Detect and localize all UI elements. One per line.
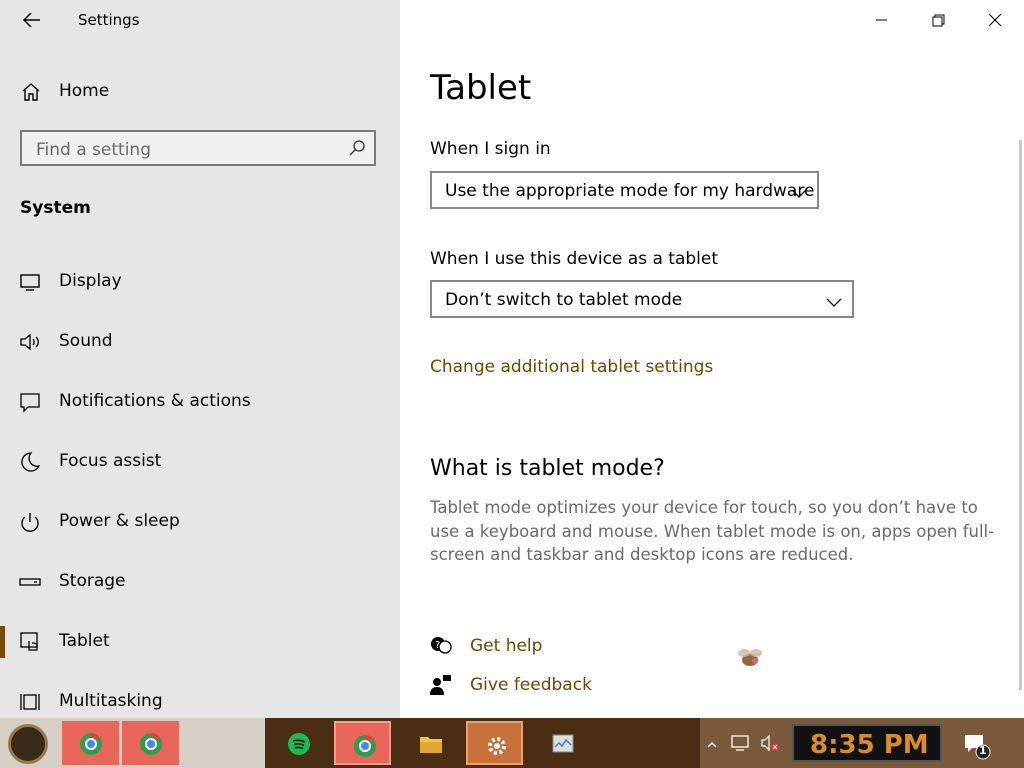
svg-text:?: ? <box>435 640 440 651</box>
sidebar: Settings Home Find a setting System Disp… <box>0 0 400 718</box>
speaker-icon <box>19 331 41 353</box>
tablet-icon <box>19 631 41 653</box>
start-button[interactable] <box>8 724 48 764</box>
file-explorer-icon <box>419 732 443 756</box>
sidebar-item-label: Notifications & actions <box>59 391 251 411</box>
chevron-down-icon <box>791 184 807 198</box>
search-input[interactable]: Find a setting <box>20 130 376 166</box>
page-title: Tablet <box>430 68 532 108</box>
sidebar-item-focus-assist[interactable]: Focus assist <box>0 438 400 486</box>
close-button[interactable] <box>967 0 1024 40</box>
chevron-down-icon <box>826 293 842 307</box>
taskbar-app-chrome-3[interactable] <box>334 721 391 765</box>
give-feedback-link[interactable]: Give feedback <box>430 672 730 702</box>
multitasking-icon <box>19 691 41 713</box>
search-icon[interactable] <box>348 139 366 157</box>
taskbar-app-chrome-2[interactable] <box>122 721 179 765</box>
sign-in-dropdown[interactable]: Use the appropriate mode for my hardware <box>430 171 819 209</box>
close-icon <box>988 13 1002 27</box>
cursor-bee-icon <box>734 644 766 674</box>
clock-time: 8:35 PM <box>810 730 929 760</box>
sidebar-item-label: Power & sleep <box>59 511 180 531</box>
taskbar-clock[interactable]: 8:35 PM <box>792 724 942 762</box>
sidebar-item-label: Display <box>59 271 122 291</box>
action-center-icon <box>965 735 991 760</box>
dropdown-value: Use the appropriate mode for my hardware <box>445 181 815 201</box>
taskbar-app-task-manager[interactable] <box>534 721 591 765</box>
taskbar-app-settings[interactable] <box>466 721 523 765</box>
sidebar-item-power-sleep[interactable]: Power & sleep <box>0 498 400 546</box>
tablet-mode-heading: What is tablet mode? <box>430 456 665 481</box>
sidebar-item-label: Multitasking <box>59 691 163 711</box>
minimize-button[interactable] <box>853 0 910 40</box>
volume-muted-icon[interactable] <box>760 734 780 752</box>
sidebar-item-label: Storage <box>59 571 126 591</box>
action-center-button[interactable]: 1 <box>962 732 992 762</box>
feedback-person-icon <box>430 674 452 696</box>
sidebar-item-storage[interactable]: Storage <box>0 558 400 606</box>
section-heading: System <box>20 198 91 218</box>
chrome-icon <box>79 732 103 756</box>
restore-button[interactable] <box>910 0 967 40</box>
active-indicator <box>0 626 5 658</box>
network-icon[interactable] <box>730 734 750 752</box>
app-title: Settings <box>78 11 140 29</box>
get-help-link[interactable]: ? Get help <box>430 633 730 663</box>
task-manager-icon <box>551 732 575 756</box>
minimize-icon <box>876 19 887 21</box>
search-placeholder: Find a setting <box>36 140 151 160</box>
help-chat-icon: ? <box>430 635 452 657</box>
taskbar-app-chrome-1[interactable] <box>62 721 119 765</box>
sign-in-label: When I sign in <box>430 139 551 159</box>
moon-icon <box>19 451 41 473</box>
get-help-label: Get help <box>470 636 543 656</box>
sidebar-item-label: Sound <box>59 331 113 351</box>
sidebar-item-display[interactable]: Display <box>0 258 400 306</box>
sidebar-item-notifications[interactable]: Notifications & actions <box>0 378 400 426</box>
additional-tablet-settings-link[interactable]: Change additional tablet settings <box>430 357 713 377</box>
storage-icon <box>19 571 41 593</box>
settings-gear-icon <box>485 734 509 758</box>
power-icon <box>19 511 41 533</box>
back-arrow-icon[interactable] <box>20 8 44 32</box>
chrome-icon <box>139 732 163 756</box>
sidebar-item-tablet[interactable]: Tablet <box>0 618 400 666</box>
chrome-icon <box>353 734 377 758</box>
notification-count-badge: 1 <box>979 744 987 757</box>
sidebar-item-home[interactable]: Home <box>0 72 400 112</box>
sidebar-item-sound[interactable]: Sound <box>0 318 400 366</box>
monitor-icon <box>19 271 41 293</box>
dropdown-value: Don’t switch to tablet mode <box>445 290 683 310</box>
give-feedback-label: Give feedback <box>470 675 592 695</box>
taskbar-app-spotify[interactable] <box>270 721 327 765</box>
taskbar-app-file-explorer[interactable] <box>402 721 459 765</box>
sidebar-item-label: Tablet <box>59 631 110 651</box>
sidebar-item-label: Focus assist <box>59 451 162 471</box>
tablet-mode-dropdown[interactable]: Don’t switch to tablet mode <box>430 280 854 318</box>
home-icon <box>20 81 42 103</box>
device-tablet-label: When I use this device as a tablet <box>430 249 719 269</box>
restore-icon <box>932 14 945 27</box>
show-hidden-icons-chevron-icon[interactable] <box>706 736 726 754</box>
spotify-icon <box>287 732 311 756</box>
scrollbar[interactable] <box>1019 140 1022 690</box>
notification-icon <box>19 391 41 413</box>
tablet-mode-description: Tablet mode optimizes your device for to… <box>430 498 995 564</box>
sidebar-item-label: Home <box>59 81 110 101</box>
